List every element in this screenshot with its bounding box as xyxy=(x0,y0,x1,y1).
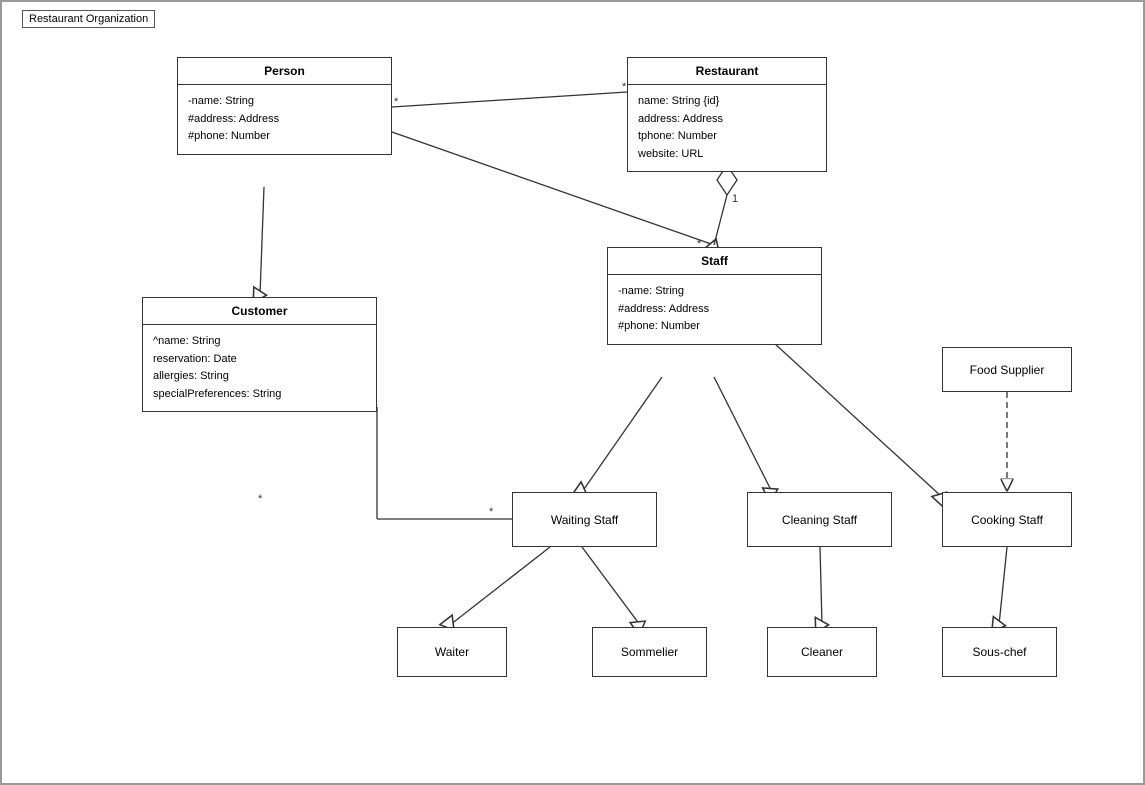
cleaning-staff-box: Cleaning Staff xyxy=(747,492,892,547)
waiter-box: Waiter xyxy=(397,627,507,677)
svg-text:*: * xyxy=(489,506,494,518)
person-body: -name: String #address: Address #phone: … xyxy=(178,85,391,154)
svg-text:*: * xyxy=(258,493,263,505)
cleaner-box: Cleaner xyxy=(767,627,877,677)
diagram-container: Restaurant Organization * * xyxy=(0,0,1145,785)
staff-body: -name: String #address: Address #phone: … xyxy=(608,275,821,344)
diagram-title: Restaurant Organization xyxy=(22,10,155,28)
restaurant-header: Restaurant xyxy=(628,58,826,85)
person-header: Person xyxy=(178,58,391,85)
restaurant-body: name: String {id} address: Address tphon… xyxy=(628,85,826,171)
souschef-box: Sous-chef xyxy=(942,627,1057,677)
customer-body: ^name: String reservation: Date allergie… xyxy=(143,325,376,411)
staff-box: Staff -name: String #address: Address #p… xyxy=(607,247,822,345)
sommelier-box: Sommelier xyxy=(592,627,707,677)
customer-header: Customer xyxy=(143,298,376,325)
staff-header: Staff xyxy=(608,248,821,275)
restaurant-box: Restaurant name: String {id} address: Ad… xyxy=(627,57,827,172)
food-supplier-box: Food Supplier xyxy=(942,347,1072,392)
svg-text:*: * xyxy=(394,96,399,108)
cooking-staff-box: Cooking Staff xyxy=(942,492,1072,547)
person-box: Person -name: String #address: Address #… xyxy=(177,57,392,155)
customer-box: Customer ^name: String reservation: Date… xyxy=(142,297,377,412)
svg-text:1: 1 xyxy=(732,193,738,205)
waiting-staff-box: Waiting Staff xyxy=(512,492,657,547)
